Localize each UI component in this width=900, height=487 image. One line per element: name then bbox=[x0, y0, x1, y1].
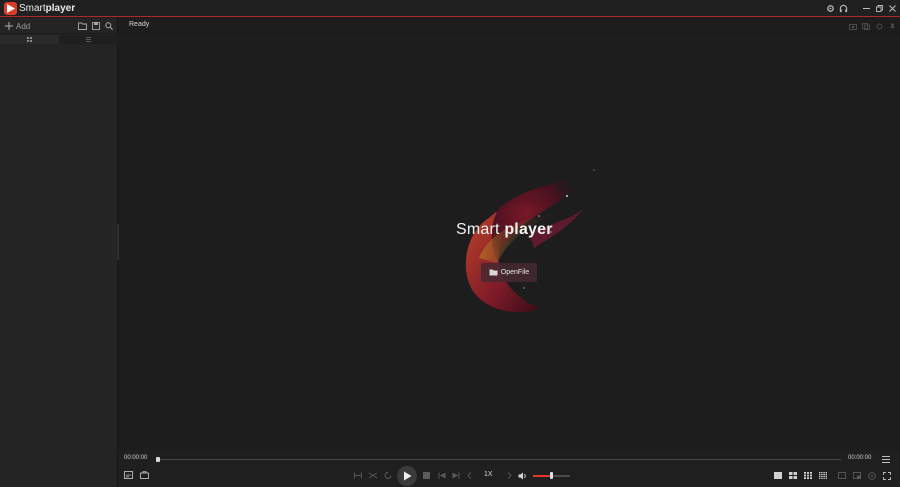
restore-icon[interactable] bbox=[873, 2, 886, 15]
ab-loop-icon[interactable] bbox=[352, 470, 363, 481]
playback-controls: 00:00:00 00:00:00 1X bbox=[119, 450, 900, 487]
layout-quad-icon[interactable] bbox=[787, 470, 798, 481]
headset-icon[interactable] bbox=[837, 2, 850, 15]
playback-speed[interactable]: 1X bbox=[484, 471, 493, 478]
tab-grid-view[interactable] bbox=[0, 35, 59, 44]
window-mode-icon[interactable] bbox=[836, 470, 847, 481]
playlist-sidebar: Add bbox=[0, 18, 118, 487]
camera-icon[interactable] bbox=[848, 21, 858, 31]
app-logo-icon bbox=[4, 2, 17, 15]
status-text: Ready bbox=[129, 21, 150, 28]
status-bar: Ready bbox=[119, 18, 900, 34]
minimize-icon[interactable] bbox=[860, 2, 873, 15]
next-icon[interactable] bbox=[450, 470, 461, 481]
fullscreen-icon[interactable] bbox=[881, 470, 892, 481]
seek-bar[interactable] bbox=[157, 459, 841, 460]
previous-icon[interactable] bbox=[436, 470, 447, 481]
total-time: 00:00:00 bbox=[848, 455, 872, 461]
add-button[interactable]: Add bbox=[5, 20, 30, 32]
layout-nine-icon[interactable] bbox=[802, 470, 813, 481]
save-list-icon[interactable] bbox=[90, 20, 101, 31]
speed-up-icon[interactable] bbox=[504, 470, 515, 481]
gear-icon[interactable] bbox=[824, 2, 837, 15]
add-folder-icon[interactable] bbox=[77, 20, 88, 31]
seek-handle[interactable] bbox=[156, 457, 160, 462]
play-icon bbox=[403, 471, 411, 481]
volume-level bbox=[533, 475, 552, 477]
record-icon[interactable] bbox=[861, 21, 871, 31]
pin-icon[interactable] bbox=[887, 21, 897, 31]
settings-icon[interactable] bbox=[874, 21, 884, 31]
app-title: Smartplayer bbox=[19, 3, 76, 14]
speed-down-icon[interactable] bbox=[464, 470, 475, 481]
layout-single-icon[interactable] bbox=[772, 470, 783, 481]
volume-icon[interactable] bbox=[517, 470, 528, 481]
open-file-button[interactable]: OpenFile bbox=[481, 263, 537, 282]
subtitle-icon[interactable] bbox=[123, 469, 134, 480]
folder-icon bbox=[489, 269, 498, 276]
add-button-label: Add bbox=[16, 21, 31, 31]
shuffle-icon[interactable] bbox=[367, 470, 378, 481]
rewind-icon[interactable] bbox=[382, 470, 393, 481]
tab-list-view[interactable] bbox=[59, 35, 118, 44]
open-file-label: OpenFile bbox=[500, 269, 530, 276]
toolbox-icon[interactable] bbox=[139, 469, 150, 480]
stop-icon[interactable] bbox=[421, 470, 432, 481]
search-icon[interactable] bbox=[103, 20, 114, 31]
play-button[interactable] bbox=[397, 466, 417, 486]
close-icon[interactable] bbox=[886, 2, 899, 15]
mini-mode-icon[interactable] bbox=[851, 470, 862, 481]
sidebar-toolbar: Add bbox=[0, 18, 118, 34]
layout-sixteen-icon[interactable] bbox=[817, 470, 828, 481]
grid-icon bbox=[27, 37, 32, 42]
plus-icon bbox=[5, 22, 13, 30]
list-icon bbox=[86, 37, 91, 42]
sidebar-tabs bbox=[0, 35, 118, 44]
title-bar: Smartplayer bbox=[0, 0, 900, 17]
video-area[interactable]: Ready Smart player OpenFile bbox=[119, 18, 900, 450]
settings-circle-icon[interactable] bbox=[866, 470, 877, 481]
splash-title: Smart player bbox=[456, 221, 553, 238]
playlist-toggle-icon[interactable] bbox=[880, 454, 891, 465]
volume-handle[interactable] bbox=[550, 472, 553, 479]
current-time: 00:00:00 bbox=[124, 455, 148, 461]
